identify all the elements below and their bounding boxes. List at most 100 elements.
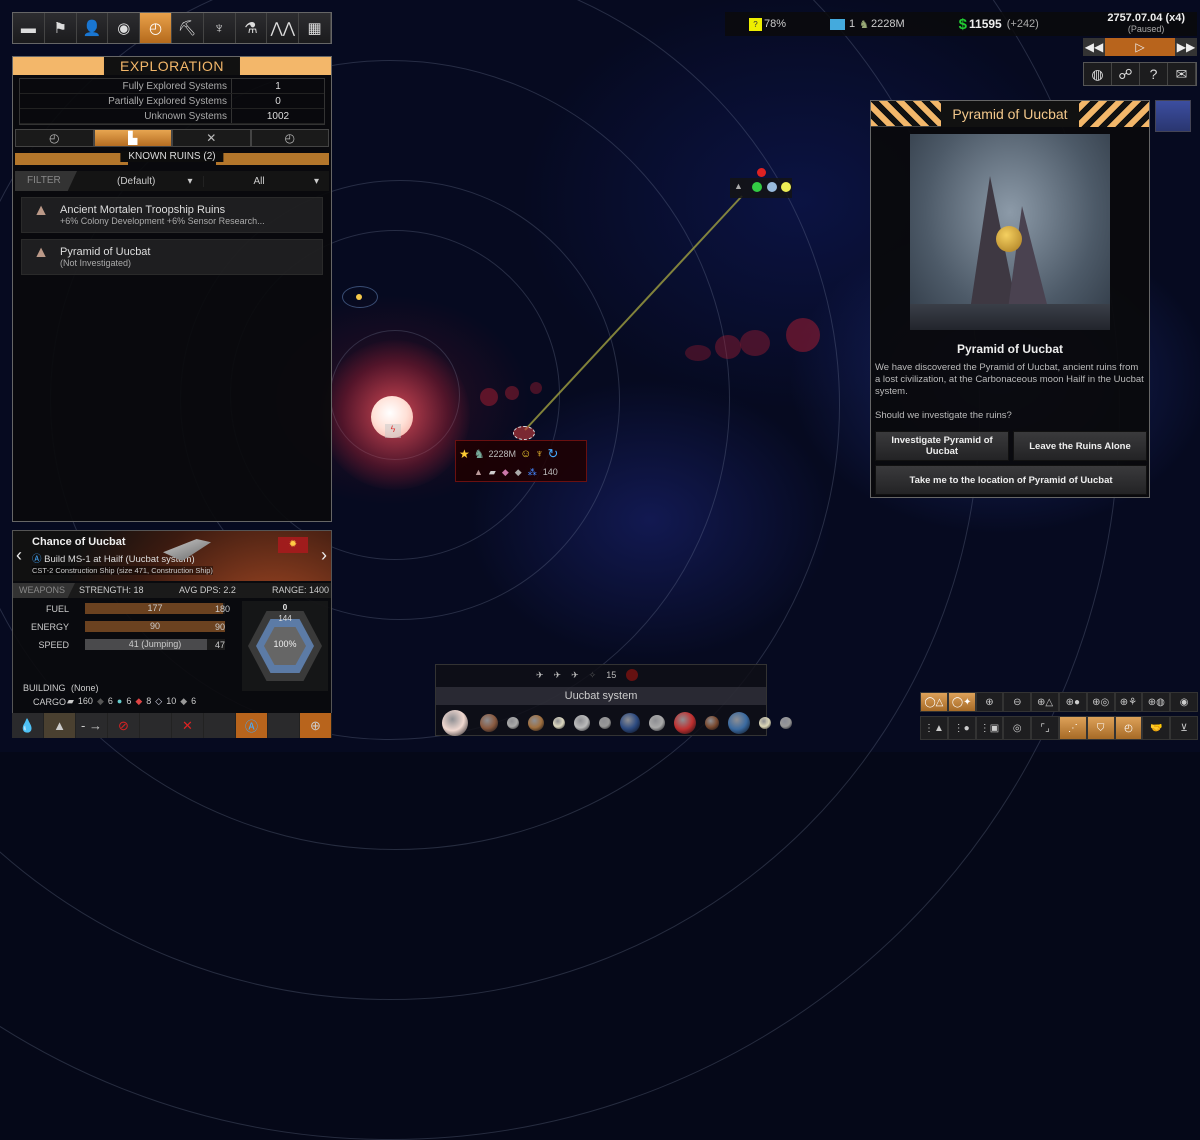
planet[interactable] bbox=[528, 715, 544, 731]
planet[interactable] bbox=[780, 717, 792, 729]
subtab-scrap[interactable]: ✕ bbox=[172, 129, 251, 147]
leave-alone-button[interactable]: Leave the Ruins Alone bbox=[1013, 431, 1147, 461]
sort-dropdown[interactable]: (Default) ▾ bbox=[77, 175, 204, 187]
tab-construction[interactable]: ♆ bbox=[203, 13, 236, 43]
map-overlay-button[interactable]: ⊻ bbox=[1170, 716, 1198, 740]
next-ship-button[interactable]: › bbox=[321, 545, 327, 566]
help-icon: ? bbox=[1149, 66, 1158, 82]
scrap-button[interactable]: ✕ bbox=[172, 713, 204, 738]
map-overlay-button[interactable]: ⋮▣ bbox=[975, 716, 1004, 740]
stat-value: 0 bbox=[275, 96, 281, 107]
speed-value: 41 (Jumping) bbox=[128, 639, 182, 649]
speed-controls: ◀◀ ▷ ▶▶ bbox=[1083, 38, 1197, 56]
planet[interactable] bbox=[507, 717, 519, 729]
tab-mining[interactable]: ⛏ bbox=[171, 13, 204, 43]
tab-expansion[interactable]: ▦ bbox=[299, 13, 331, 43]
map-tool-button[interactable]: ◉ bbox=[1170, 692, 1198, 712]
map-tool-icon: ⊕ bbox=[985, 696, 994, 708]
planet[interactable] bbox=[574, 715, 590, 731]
focus-button[interactable]: ⊕ bbox=[300, 713, 332, 738]
planet[interactable] bbox=[728, 712, 750, 734]
map-tool-button[interactable]: ⊕◎ bbox=[1086, 692, 1115, 712]
map-tool-button[interactable]: ⊕⚘ bbox=[1114, 692, 1143, 712]
ice-icon: ● bbox=[116, 696, 123, 706]
planet[interactable] bbox=[620, 713, 640, 733]
resource-yellow-icon bbox=[781, 182, 791, 192]
ship-marker[interactable] bbox=[513, 426, 535, 440]
empires-button[interactable]: ◍ bbox=[1084, 63, 1112, 85]
planet[interactable] bbox=[599, 717, 611, 729]
slower-button[interactable]: ◀◀ bbox=[1083, 38, 1105, 56]
weapons-tab[interactable]: WEAPONS bbox=[13, 583, 75, 598]
goto-location-button[interactable]: Take me to the location of Pyramid of Uu… bbox=[875, 465, 1147, 495]
empty1-button[interactable] bbox=[140, 713, 172, 738]
map-overlay-button[interactable]: ⋰ bbox=[1058, 716, 1087, 740]
planet[interactable] bbox=[480, 714, 498, 732]
planet[interactable] bbox=[705, 716, 719, 730]
waypoint-button[interactable]: - → bbox=[76, 713, 108, 738]
map-overlay-button[interactable]: ⌜⌟ bbox=[1031, 716, 1059, 740]
tab-diplomacy[interactable]: ⚑ bbox=[44, 13, 77, 43]
subtab-systems[interactable]: ◴ bbox=[15, 129, 94, 147]
armor-value: 144 bbox=[278, 614, 292, 623]
help-button[interactable]: ? bbox=[1140, 63, 1168, 85]
ship-type-icon[interactable]: ✈ bbox=[571, 670, 579, 681]
tab-empire-flag[interactable]: ▬ bbox=[13, 13, 45, 43]
ruin-list-item[interactable]: ▲ Pyramid of Uucbat (Not Investigated) bbox=[21, 239, 323, 275]
map-overlay-button[interactable]: ◎ bbox=[1003, 716, 1032, 740]
ship-type-icon[interactable]: ✧ bbox=[589, 670, 597, 681]
automate-button[interactable]: Ⓐ bbox=[236, 713, 268, 738]
map-tool-button[interactable]: ◯✦ bbox=[947, 692, 976, 712]
tab-fleets[interactable]: ⋀⋀ bbox=[267, 13, 300, 43]
planet[interactable] bbox=[442, 710, 468, 736]
map-overlay-button[interactable]: ⋮▲ bbox=[920, 716, 948, 740]
planet[interactable] bbox=[649, 715, 665, 731]
map-tool-button[interactable]: ◯△ bbox=[920, 692, 948, 712]
tab-research[interactable]: ⚗ bbox=[235, 13, 268, 43]
cancel-button[interactable]: ⊘ bbox=[108, 713, 140, 738]
map-tool-button[interactable]: ⊕ bbox=[975, 692, 1004, 712]
map-tool-button[interactable]: ⊖ bbox=[1003, 692, 1032, 712]
play-button[interactable]: ▷ bbox=[1105, 38, 1175, 56]
map-tool-button[interactable]: ⊕△ bbox=[1031, 692, 1059, 712]
system-name[interactable]: Uucbat system bbox=[436, 687, 766, 705]
ruin-list-item[interactable]: ▲ Ancient Mortalen Troopship Ruins +6% Col… bbox=[21, 197, 323, 233]
defense-hexagon: 0 144 100% bbox=[242, 601, 328, 691]
empty2-button[interactable] bbox=[204, 713, 236, 738]
destination-planet[interactable]: ▲ bbox=[730, 168, 792, 198]
empty3-button[interactable] bbox=[268, 713, 300, 738]
ship-type-icon[interactable]: ✈ bbox=[554, 670, 562, 681]
planet[interactable] bbox=[553, 717, 565, 729]
faster-button[interactable]: ▶▶ bbox=[1175, 38, 1197, 56]
tab-exploration[interactable]: ◴ bbox=[140, 13, 172, 43]
ship-type-icon[interactable]: ✈ bbox=[536, 670, 544, 681]
fuel-value: 177 bbox=[147, 603, 163, 613]
moon-red bbox=[757, 168, 766, 177]
ruins-icon: ▙ bbox=[128, 131, 138, 145]
relations-button[interactable]: ☍ bbox=[1112, 63, 1140, 85]
prev-ship-button[interactable]: ‹ bbox=[16, 545, 22, 566]
map-tool-icon: ◯✦ bbox=[951, 696, 972, 708]
map-tool-button[interactable]: ⊕● bbox=[1058, 692, 1087, 712]
map-overlay-icon: ⋰ bbox=[1067, 722, 1078, 734]
ore-icon: ◆ bbox=[135, 696, 143, 706]
map-overlay-button[interactable]: ⛉ bbox=[1086, 716, 1115, 740]
tab-characters[interactable]: 👤 bbox=[76, 13, 109, 43]
map-overlay-button[interactable]: ⋮● bbox=[947, 716, 976, 740]
subtab-ruins[interactable]: ▙ bbox=[93, 129, 172, 147]
refuel-button[interactable]: 💧 bbox=[12, 713, 44, 738]
advisor-avatar[interactable] bbox=[1155, 100, 1191, 132]
type-dropdown[interactable]: All ▾ bbox=[204, 176, 330, 187]
messages-button[interactable]: ✉ bbox=[1168, 63, 1196, 85]
map-tool-button[interactable]: ⊕◍ bbox=[1142, 692, 1171, 712]
tab-colonies[interactable]: ◉ bbox=[108, 13, 141, 43]
ship-actions: 💧 ▲ - → ⊘ ✕ Ⓐ ⊕ bbox=[12, 713, 332, 738]
investigate-button[interactable]: Investigate Pyramid of Uucbat bbox=[875, 431, 1009, 461]
colony-label[interactable]: ★ ♞ 2228M ☺ ♆ ↻ ▲ ▰ ◆ ◆ ⁂ 140 bbox=[455, 440, 587, 482]
map-overlay-button[interactable]: 🤝 bbox=[1142, 716, 1171, 740]
planet[interactable] bbox=[759, 717, 771, 729]
map-overlay-button[interactable]: ◴ bbox=[1114, 716, 1143, 740]
planet[interactable] bbox=[674, 712, 696, 734]
move-button[interactable]: ▲ bbox=[44, 713, 76, 738]
subtab-locations[interactable]: ◴ bbox=[250, 129, 329, 147]
